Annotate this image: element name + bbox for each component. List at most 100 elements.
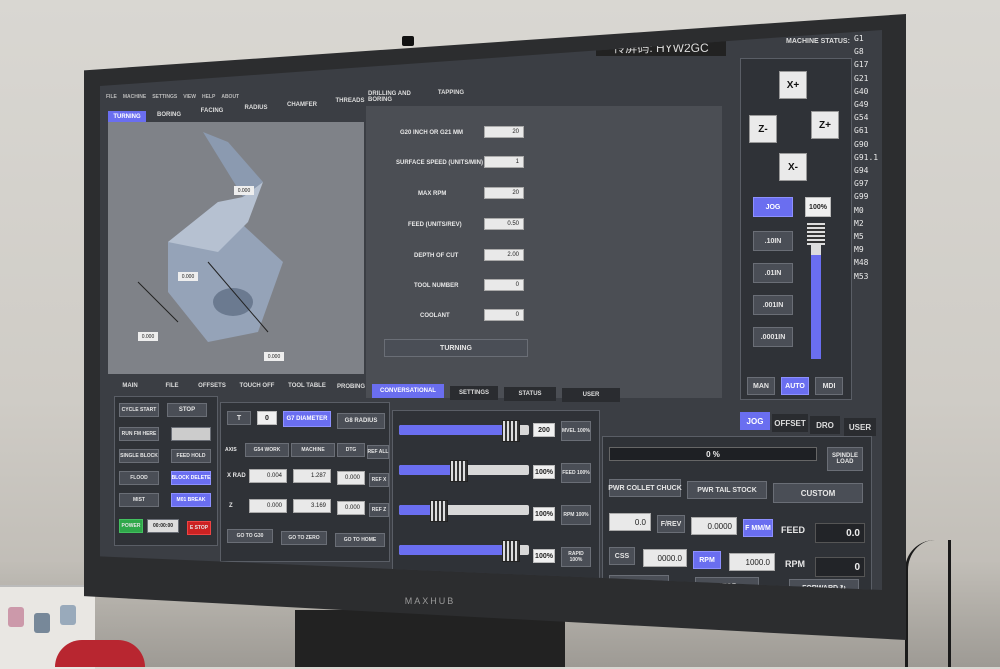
rapid-value: 100%	[533, 549, 555, 563]
gcode-item: G91.1	[854, 152, 879, 162]
param-field[interactable]: 0	[484, 279, 524, 291]
param-field[interactable]: 20	[484, 126, 524, 138]
z-axis-label: Z	[229, 503, 233, 509]
go-to-g30-button[interactable]: GO TO G30	[227, 529, 273, 543]
tab-drilling-boring[interactable]: DRILLING AND BORING	[368, 91, 430, 103]
custom-button[interactable]: CUSTOM	[773, 483, 863, 503]
tab-settings[interactable]: SETTINGS	[450, 386, 498, 400]
tab-file[interactable]: FILE	[152, 380, 192, 392]
mode-auto-button[interactable]: AUTO	[781, 377, 809, 395]
x-axis-label: X RAD	[227, 473, 246, 479]
mode-mdi-button[interactable]: MDI	[815, 377, 843, 395]
tab-user[interactable]: USER	[562, 388, 620, 402]
param-field[interactable]: 0.50	[484, 218, 524, 230]
tab-main[interactable]: MAIN	[110, 380, 150, 392]
increment-010-button[interactable]: .10IN	[753, 231, 793, 251]
mvel-reset-button[interactable]: MVEL 100%	[561, 421, 591, 441]
cycle-start-button[interactable]: CYCLE START	[119, 403, 159, 417]
feed-hold-button[interactable]: FEED HOLD	[171, 449, 211, 463]
increment-0001-button[interactable]: .001IN	[753, 295, 793, 315]
css-value-field[interactable]: 0000.0	[643, 549, 687, 567]
gcode-item: G40	[854, 86, 869, 96]
power-button[interactable]: POWER	[119, 519, 143, 533]
mode-man-button[interactable]: MAN	[747, 377, 775, 395]
ref-z-button[interactable]: REF Z	[369, 503, 389, 517]
param-field[interactable]: 0	[484, 309, 524, 321]
jog-z-minus-button[interactable]: Z-	[749, 115, 777, 143]
param-field[interactable]: 20	[484, 187, 524, 199]
tab-tapping[interactable]: TAPPING	[430, 87, 472, 99]
turning-run-button[interactable]: TURNING	[384, 339, 528, 357]
tab-boring[interactable]: BORING	[150, 109, 188, 121]
tab-tool-table[interactable]: TOOL TABLE	[284, 380, 330, 392]
right-tab-jog[interactable]: JOG	[740, 412, 770, 430]
z-work-value[interactable]: 0.000	[249, 499, 287, 513]
right-tab-dro[interactable]: DRO	[810, 416, 840, 434]
pwr-collet-chuck-button[interactable]: PWR COLLET CHUCK	[608, 479, 682, 497]
x-work-value[interactable]: 0.004	[249, 469, 287, 483]
dimension-label: 0.000	[234, 186, 254, 195]
ref-x-button[interactable]: REF X	[369, 473, 389, 487]
mist-button[interactable]: MIST	[119, 493, 159, 507]
estop-button[interactable]: E STOP	[187, 521, 211, 535]
x-machine-value: 1.287	[293, 469, 331, 483]
go-to-home-button[interactable]: GO TO HOME	[335, 533, 385, 547]
increment-00001-button[interactable]: .0001IN	[753, 327, 793, 347]
flood-button[interactable]: FLOOD	[119, 471, 159, 485]
gcode-item: G21	[854, 73, 869, 83]
tab-chamfer[interactable]: CHAMFER	[280, 99, 324, 111]
rpm-reset-button[interactable]: RPM 100%	[561, 505, 591, 525]
go-to-zero-button[interactable]: GO TO ZERO	[281, 531, 327, 545]
rpm-knob[interactable]	[430, 500, 448, 522]
tab-conversational[interactable]: CONVERSATIONAL	[372, 384, 444, 398]
gcode-item: M53	[854, 271, 869, 281]
m01-break-button[interactable]: M01 BREAK	[171, 493, 211, 507]
rpm-mode-button[interactable]: RPM	[693, 551, 721, 569]
right-tab-offset[interactable]: OFFSET	[772, 414, 808, 432]
block-delete-button[interactable]: BLOCK DELETE	[171, 471, 211, 485]
feed-mm-min-button[interactable]: F MM/M	[743, 519, 773, 537]
tab-probing[interactable]: PROBING	[334, 381, 368, 393]
jog-panel: X+ Z- Z+ X- JOG 100% .10IN .01IN .001IN …	[740, 58, 852, 400]
diameter-mode-button[interactable]: G7 DIAMETER	[283, 411, 331, 427]
tab-offsets[interactable]: OFFSETS	[192, 380, 232, 392]
rapid-reset-button[interactable]: RAPID 100%	[561, 547, 591, 567]
jog-x-minus-button[interactable]: X-	[779, 153, 807, 181]
stop-button[interactable]: STOP	[167, 403, 207, 417]
pwr-tail-stock-button[interactable]: PWR TAIL STOCK	[687, 481, 767, 499]
jog-x-plus-button[interactable]: X+	[779, 71, 807, 99]
param-field[interactable]: 1	[484, 156, 524, 168]
feed-value-field[interactable]: 0.0	[609, 513, 651, 531]
main-tabs: MAIN FILE OFFSETS TOUCH OFF TOOL TABLE P…	[100, 376, 630, 402]
feed-readout: 0.0	[815, 523, 865, 543]
single-block-button[interactable]: SINGLE BLOCK	[119, 449, 159, 463]
jog-percent: 100%	[805, 197, 831, 217]
tab-status[interactable]: STATUS	[504, 387, 556, 401]
css-button[interactable]: CSS	[609, 547, 635, 565]
rapid-knob[interactable]	[502, 540, 520, 562]
jog-z-plus-button[interactable]: Z+	[811, 111, 839, 139]
feed-reset-button[interactable]: FEED 100%	[561, 463, 591, 483]
right-tab-user[interactable]: USER	[844, 418, 876, 436]
jog-speed-knob[interactable]	[807, 223, 825, 245]
param-field[interactable]: 2.00	[484, 249, 524, 261]
jog-mode-button[interactable]: JOG	[753, 197, 793, 217]
tab-radius[interactable]: RADIUS	[236, 102, 276, 114]
radius-mode-button[interactable]: G8 RADIUS	[337, 413, 385, 429]
run-from-here-button[interactable]: RUN FM HERE	[119, 427, 159, 441]
param-label: SURFACE SPEED (UNITS/MIN)	[396, 160, 484, 166]
mvel-knob[interactable]	[502, 420, 520, 442]
feed-knob[interactable]	[450, 460, 468, 482]
increment-001-button[interactable]: .01IN	[753, 263, 793, 283]
x-dtg-value: 0.000	[337, 471, 365, 485]
gcode-item: M48	[854, 258, 869, 268]
tab-touch-off[interactable]: TOUCH OFF	[234, 380, 280, 392]
spindle-load-button[interactable]: SPINDLE LOAD	[827, 447, 863, 471]
feed-setpoint-field[interactable]: 0.0000	[691, 517, 737, 535]
feed-per-rev-button[interactable]: F/REV	[657, 515, 685, 533]
jog-speed-slider[interactable]	[807, 223, 825, 359]
ref-all-button[interactable]: REF ALL	[367, 445, 389, 459]
run-line-field[interactable]	[171, 427, 211, 441]
rpm-setpoint-field[interactable]: 1000.0	[729, 553, 775, 571]
tab-facing[interactable]: FACING	[192, 105, 232, 117]
